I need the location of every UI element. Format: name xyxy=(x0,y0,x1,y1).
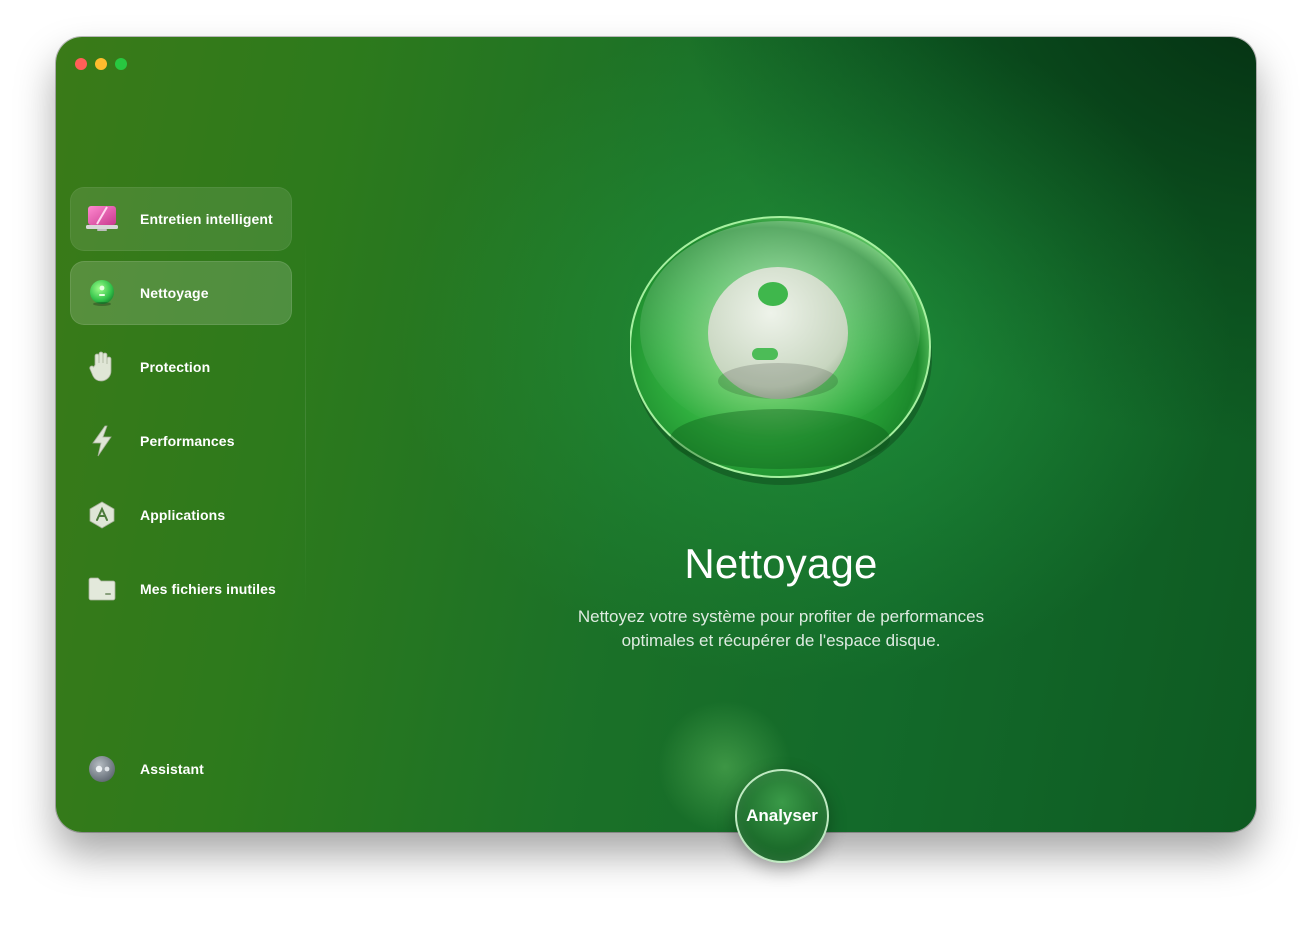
assistant-icon xyxy=(84,751,120,787)
cleanup-icon xyxy=(84,275,120,311)
assistant-button[interactable]: Assistant xyxy=(70,747,292,791)
scan-button[interactable]: Analyser xyxy=(735,769,829,863)
zoom-window-button[interactable] xyxy=(115,58,127,70)
sidebar-item-performance[interactable]: Performances xyxy=(70,409,292,473)
smart-care-icon xyxy=(84,201,120,237)
sidebar-item-applications[interactable]: Applications xyxy=(70,483,292,547)
protection-hand-icon xyxy=(84,349,120,385)
sidebar-item-label: Protection xyxy=(140,359,211,375)
sidebar-item-label: Mes fichiers inutiles xyxy=(140,581,276,597)
window-controls xyxy=(75,58,127,70)
sidebar-item-protection[interactable]: Protection xyxy=(70,335,292,399)
sidebar-divider xyxy=(305,237,306,607)
app-window: Entretien intelligent Nettoyage Protecti… xyxy=(56,37,1256,832)
sidebar-item-label: Nettoyage xyxy=(140,285,209,301)
minimize-window-button[interactable] xyxy=(95,58,107,70)
sidebar-item-label: Applications xyxy=(140,507,226,523)
folder-clutter-icon xyxy=(84,571,120,607)
cleanup-disc-icon xyxy=(629,209,934,491)
sidebar-item-smart-care[interactable]: Entretien intelligent xyxy=(70,187,292,251)
description-line: optimales et récupérer de l'espace disqu… xyxy=(621,631,941,650)
page-title: Nettoyage xyxy=(684,540,878,587)
sidebar-item-label: Entretien intelligent xyxy=(140,211,273,227)
sidebar-item-label: Performances xyxy=(140,433,235,449)
description-line: Nettoyez votre système pour profiter de … xyxy=(577,607,985,626)
assistant-label: Assistant xyxy=(140,761,204,777)
sidebar-item-clutter[interactable]: Mes fichiers inutiles xyxy=(70,557,292,621)
close-window-button[interactable] xyxy=(75,58,87,70)
sidebar-item-cleanup[interactable]: Nettoyage xyxy=(70,261,292,325)
applications-icon xyxy=(84,497,120,533)
performance-bolt-icon xyxy=(84,423,120,459)
page-description: Nettoyez votre système pour profiter de … xyxy=(506,605,1056,653)
sidebar: Entretien intelligent Nettoyage Protecti… xyxy=(70,187,292,631)
